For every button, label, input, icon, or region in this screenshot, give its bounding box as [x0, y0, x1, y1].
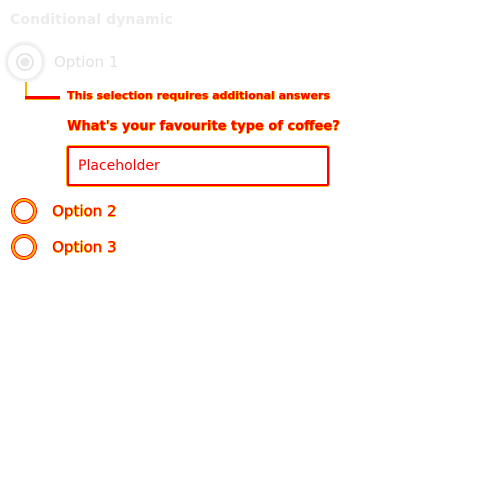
radio-option-2[interactable]: Option 2 — [12, 199, 116, 223]
radio-option-3[interactable]: Option 3 — [12, 235, 116, 259]
radio-icon[interactable] — [12, 235, 36, 259]
radio-option-1[interactable]: Option 1 — [6, 43, 119, 81]
radio-icon[interactable] — [12, 199, 36, 223]
radio-icon[interactable] — [6, 43, 44, 81]
conditional-notice: This selection requires additional answe… — [67, 89, 330, 102]
form-title: Conditional dynamic — [10, 12, 174, 28]
option-1-label: Option 1 — [54, 53, 119, 71]
conditional-connector-arm — [25, 96, 60, 99]
option-2-label: Option 2 — [52, 202, 117, 220]
conditional-dynamic-form: Conditional dynamic Option 1 This select… — [0, 0, 500, 500]
coffee-question-label: What's your favourite type of coffee? — [67, 119, 340, 134]
coffee-answer-input[interactable] — [67, 146, 329, 186]
option-3-label: Option 3 — [52, 238, 117, 256]
